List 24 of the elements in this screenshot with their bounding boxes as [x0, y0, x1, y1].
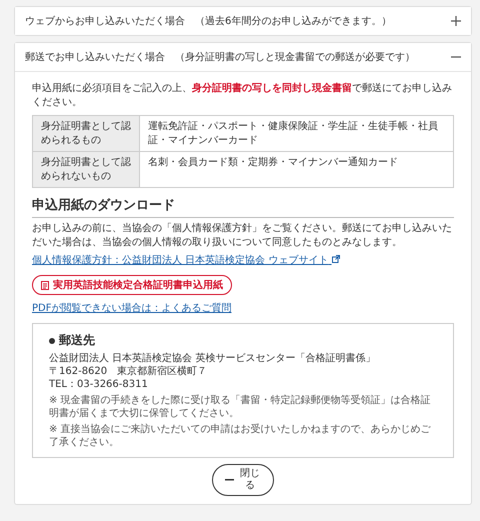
- privacy-paragraph: お申し込みの前に、当協会の「個人情報保護方針」をご覧ください。郵送にてお申し込みいただいた場合は、当協会の個人情報の取り扱いについて同意したものとみなします。: [32, 222, 453, 249]
- download-form-button[interactable]: 実用英語技能検定合格証明書申込用紙: [32, 275, 232, 295]
- address-line: TEL：03-3266-8311: [49, 378, 149, 391]
- note-text: ※ 現金書留の手続きをした際に受け取る「書留・特定記録郵便物等受領証」は合格証明書が届くまで大切に保管してください。: [49, 394, 432, 420]
- minus-icon: [225, 479, 234, 481]
- address-line: 〒162-8620 東京都新宿区横町７: [49, 365, 208, 378]
- table-cell: 名刺・会員カード類・定期券・マイナンバー通知カード: [140, 152, 454, 188]
- section-heading: 申込用紙のダウンロード: [32, 196, 454, 218]
- note-text: ※ 直接当協会にご来訪いただいての申請はお受けいたしかねますので、あらかじめご了承ください。: [49, 423, 432, 449]
- table-header-cell: 身分証明書として認められるもの: [32, 116, 140, 152]
- plus-icon: [451, 16, 461, 26]
- bullet-icon: [49, 338, 55, 344]
- accordion-header[interactable]: ウェブからお申し込みいただく場合 （過去6年間分のお申し込みができます。）: [15, 7, 471, 35]
- table-cell: 運転免許証・パスポート・健康保険証・学生証・生徒手帳・社員証・マイナンバーカード: [140, 116, 454, 152]
- address-line: 公益財団法人 日本英語検定協会 英検サービスセンター「合格証明書係」: [49, 352, 376, 365]
- policy-link[interactable]: 個人情報保護方針：公益財団法人 日本英語検定協会 ウェブサイト: [32, 253, 454, 267]
- document-icon: [41, 280, 49, 290]
- external-link-icon: [332, 255, 340, 263]
- accordion-header[interactable]: 郵送でお申し込みいただく場合 （身分証明書の写しと現金書留での郵送が必要です）: [15, 43, 471, 72]
- intro-text: 申込用紙に必須項目をご記入の上、身分証明書の写しを同封し現金書留で郵送にてお申し込みください。: [32, 82, 453, 109]
- close-button[interactable]: 閉じる: [212, 464, 274, 496]
- faq-link[interactable]: PDFが閲覧できない場合は：よくあるご質問: [32, 301, 454, 315]
- address-title: 郵送先: [59, 332, 95, 349]
- table-header-cell: 身分証明書として認められないもの: [32, 152, 140, 188]
